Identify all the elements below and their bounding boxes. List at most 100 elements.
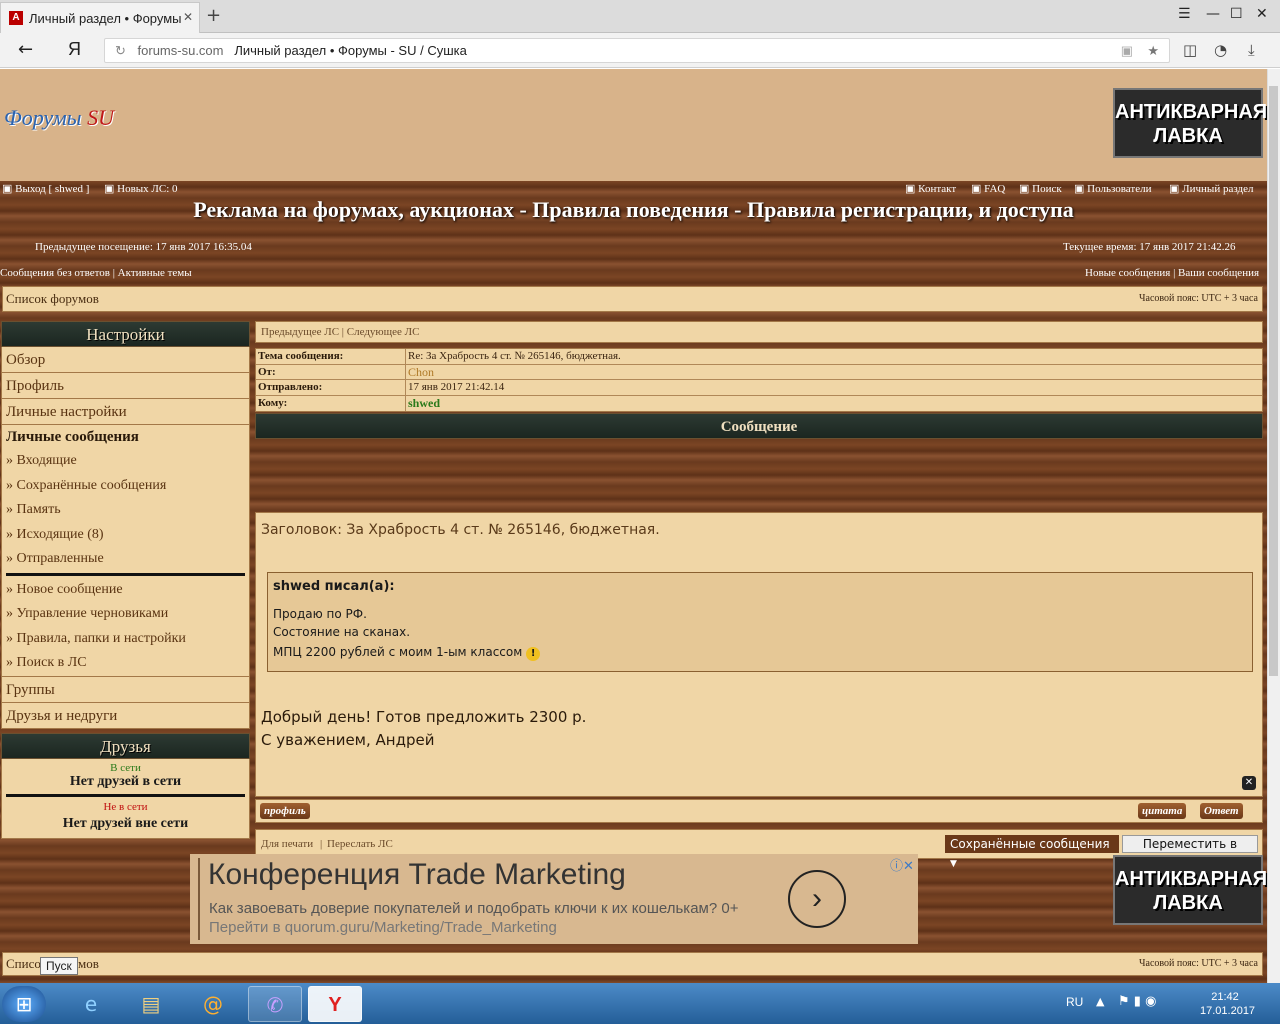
- site-logo[interactable]: Форумы SU: [4, 105, 114, 131]
- maximize-icon[interactable]: ☐: [1230, 6, 1243, 22]
- new-pm-link[interactable]: ▣ Новых ЛС: 0: [104, 182, 178, 195]
- smiley-icon: !: [526, 647, 541, 661]
- mail-icon[interactable]: @: [186, 986, 240, 1022]
- sidebar-item-sent[interactable]: » Отправленные: [6, 547, 249, 572]
- banner-line1: АНТИКВАРНАЯ: [1115, 101, 1267, 123]
- your-posts-link[interactable]: Ваши сообщения: [1178, 267, 1259, 279]
- logout-label: Выход [ shwed ]: [15, 183, 90, 195]
- ie-icon[interactable]: e: [64, 986, 118, 1022]
- turbo-icon[interactable]: ◔: [1214, 41, 1227, 59]
- pm-block: Личные сообщения » Входящие » Сохранённы…: [1, 425, 250, 677]
- star-icon[interactable]: ★: [1147, 39, 1159, 62]
- sidebar-item-overview[interactable]: Обзор: [1, 347, 250, 373]
- users-label: Пользователи: [1087, 183, 1152, 195]
- sidebar-item-memory[interactable]: » Память: [6, 498, 249, 523]
- timezone: Часовой пояс: UTC + 3 часа: [1139, 293, 1258, 304]
- no-offline-text: Нет друзей вне сети: [62, 815, 189, 831]
- sidebar-item-friends-foes[interactable]: Друзья и недруги: [1, 702, 250, 729]
- sidebar-item-compose[interactable]: » Новое сообщение: [6, 578, 249, 603]
- print-link[interactable]: Для печати: [261, 838, 313, 850]
- ad-line1: Как завоевать доверие покупателей и подо…: [209, 900, 739, 917]
- sidebar-item-groups[interactable]: Группы: [1, 676, 250, 703]
- divider: [6, 572, 245, 576]
- web-page: Форумы SU АНТИКВАРНАЯ ЛАВКА ▣ Выход [ shw…: [0, 69, 1267, 983]
- quote-button[interactable]: цитата: [1138, 803, 1187, 819]
- sidebar-item-rules[interactable]: » Правила, папки и настройки: [6, 627, 249, 652]
- contact-link[interactable]: ▣ Контакт: [905, 182, 956, 195]
- url-field[interactable]: ↻ forums-su.com Личный раздел • Форумы -…: [104, 38, 1170, 63]
- sidebar-item-outbox[interactable]: » Исходящие (8): [6, 523, 249, 548]
- folder-select[interactable]: Сохранённые сообщения ▼: [945, 835, 1119, 869]
- sidebar-item-pm-search[interactable]: » Поиск в ЛС: [6, 651, 249, 676]
- menu-icon[interactable]: ☰: [1178, 6, 1191, 22]
- sidebar-item-inbox[interactable]: » Входящие: [6, 449, 249, 474]
- users-link[interactable]: ▣ Пользователи: [1074, 182, 1151, 195]
- logout-link[interactable]: ▣ Выход [ shwed ]: [2, 182, 89, 195]
- forum-list-link[interactable]: Список форумов: [6, 291, 99, 307]
- quote-block: shwed писал(а): Продаю по РФ. Состояние …: [267, 572, 1253, 672]
- ad-line2[interactable]: Перейти в quorum.guru/Marketing/Trade_Ma…: [209, 919, 557, 936]
- profile-button[interactable]: профиль: [260, 803, 310, 819]
- tab-close-icon[interactable]: ✕: [183, 10, 193, 24]
- meta-row-subject: Тема сообщения: Re: За Храбрость 4 ст. № …: [256, 349, 1262, 365]
- reload-icon[interactable]: ↻: [115, 43, 126, 58]
- sidebar-item-prefs[interactable]: Личные настройки: [1, 399, 250, 425]
- tray-expand-icon[interactable]: ▲: [1096, 995, 1104, 1008]
- yandex-logo[interactable]: Я: [68, 39, 81, 60]
- explorer-icon[interactable]: ▤: [124, 986, 178, 1022]
- language-indicator[interactable]: RU: [1066, 995, 1083, 1009]
- start-button[interactable]: ⊞: [2, 986, 46, 1022]
- meta-row-sent: Отправлено: 17 янв 2017 21:42.14: [256, 380, 1262, 396]
- yandex-browser-icon[interactable]: Y: [308, 986, 362, 1022]
- active-topics-link[interactable]: Активные темы: [118, 267, 192, 279]
- forum-list-bar: Список форумов Часовой пояс: UTC + 3 час…: [2, 286, 1263, 312]
- folder-select-value: Сохранённые сообщения: [950, 837, 1110, 851]
- browser-tab[interactable]: A Личный раздел • Форумы ✕: [0, 2, 200, 33]
- ucp-link[interactable]: ▣ Личный раздел: [1169, 182, 1253, 195]
- meta-key: Кому:: [256, 395, 406, 411]
- forward-link[interactable]: Переслать ЛС: [327, 838, 393, 850]
- report-icon[interactable]: ✕: [1242, 776, 1256, 790]
- pm-nav[interactable]: Предыдущее ЛС | Следующее ЛС: [255, 321, 1263, 343]
- forum-title[interactable]: Реклама на форумах, аукционах - Правила …: [0, 197, 1267, 223]
- recipient-link[interactable]: shwed: [406, 396, 1262, 412]
- reply-button[interactable]: Ответ: [1200, 803, 1243, 819]
- antique-shop-banner-bottom[interactable]: АНТИКВАРНАЯ ЛАВКА: [1113, 855, 1267, 925]
- chevron-right-icon[interactable]: ›: [788, 870, 846, 928]
- back-icon[interactable]: ←: [18, 39, 33, 60]
- close-window-icon[interactable]: ✕: [1256, 6, 1268, 22]
- tray-icons[interactable]: ⚑ ▮ ◉: [1118, 994, 1156, 1009]
- logo-su: SU: [87, 105, 114, 130]
- antique-shop-banner[interactable]: АНТИКВАРНАЯ ЛАВКА: [1113, 88, 1267, 158]
- clock[interactable]: 21:42 17.01.2017: [1200, 990, 1255, 1018]
- move-button[interactable]: Переместить в папку: [1122, 835, 1258, 867]
- lock-icon[interactable]: ▣: [1121, 39, 1133, 62]
- forum-header: [0, 69, 1267, 181]
- ad-title[interactable]: Конференция Trade Marketing: [208, 858, 626, 892]
- ad-banner[interactable]: Конференция Trade Marketing Как завоеват…: [190, 854, 918, 944]
- new-posts-link[interactable]: Новые сообщения: [1085, 267, 1170, 279]
- current-time: Текущее время: 17 янв 2017 21:42.26: [1063, 241, 1236, 253]
- faq-link[interactable]: ▣ FAQ: [971, 182, 1005, 195]
- sidebar: Настройки Обзор Профиль Личные настройки…: [1, 321, 250, 839]
- message-text: Добрый день! Готов предложить 2300 р. С …: [261, 706, 586, 752]
- minimize-icon[interactable]: —: [1206, 6, 1220, 22]
- search-link[interactable]: ▣ Поиск: [1019, 182, 1062, 195]
- sidebar-item-saved[interactable]: » Сохранённые сообщения: [6, 474, 249, 499]
- settings-header: Настройки: [1, 321, 250, 347]
- viber-icon[interactable]: ✆: [248, 986, 302, 1022]
- banner-line2: ЛАВКА: [1153, 892, 1223, 914]
- scrollbar-thumb[interactable]: [1269, 86, 1278, 676]
- friends-header: Друзья: [1, 732, 250, 759]
- sidebar-item-drafts[interactable]: » Управление черновиками: [6, 602, 249, 627]
- sidebar-item-profile[interactable]: Профиль: [1, 373, 250, 399]
- unanswered-link[interactable]: Сообщения без ответов: [0, 267, 110, 279]
- site-favicon-icon: A: [9, 11, 23, 25]
- extension-icon[interactable]: ◫: [1183, 41, 1197, 59]
- download-icon[interactable]: ⤓: [1248, 41, 1255, 59]
- sender-link[interactable]: Chon: [406, 365, 1262, 380]
- ad-info-icon[interactable]: ⓘ✕: [890, 855, 914, 874]
- meta-row-from: От: Chon: [256, 364, 1262, 380]
- offline-label: Не в сети: [103, 800, 148, 813]
- new-tab-button[interactable]: +: [206, 5, 221, 26]
